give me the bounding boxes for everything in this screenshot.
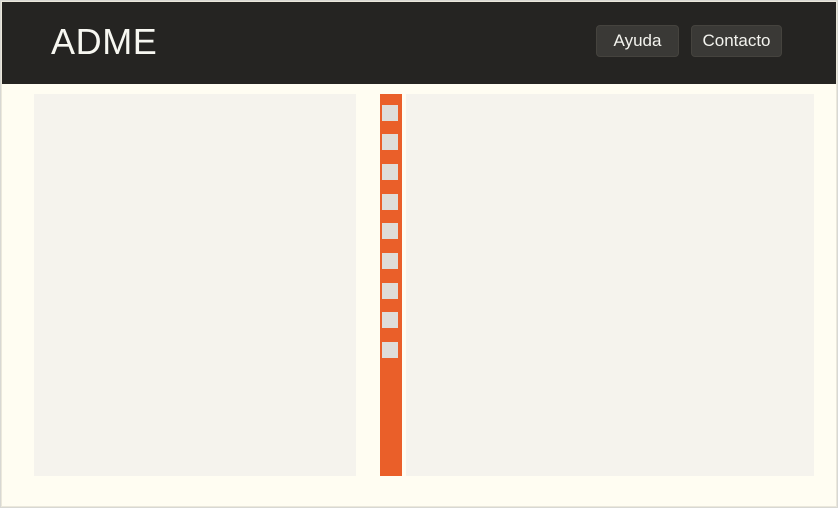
contact-button[interactable]: Contacto (691, 25, 782, 57)
top-header: ADME Ayuda Contacto (2, 2, 836, 84)
rail-square-4[interactable] (382, 194, 398, 210)
rail-square-9[interactable] (382, 342, 398, 358)
brand-logo[interactable]: ADME (51, 22, 157, 62)
rail-square-6[interactable] (382, 253, 398, 269)
rail-square-5[interactable] (382, 223, 398, 239)
rail-square-3[interactable] (382, 164, 398, 180)
right-content-panel (406, 94, 814, 476)
help-button[interactable]: Ayuda (596, 25, 679, 57)
rail-square-2[interactable] (382, 134, 398, 150)
rail-square-1[interactable] (382, 105, 398, 121)
vertical-icon-rail (380, 94, 402, 476)
left-content-panel (34, 94, 356, 476)
rail-square-8[interactable] (382, 312, 398, 328)
rail-square-7[interactable] (382, 283, 398, 299)
app-frame: ADME Ayuda Contacto (1, 1, 837, 507)
